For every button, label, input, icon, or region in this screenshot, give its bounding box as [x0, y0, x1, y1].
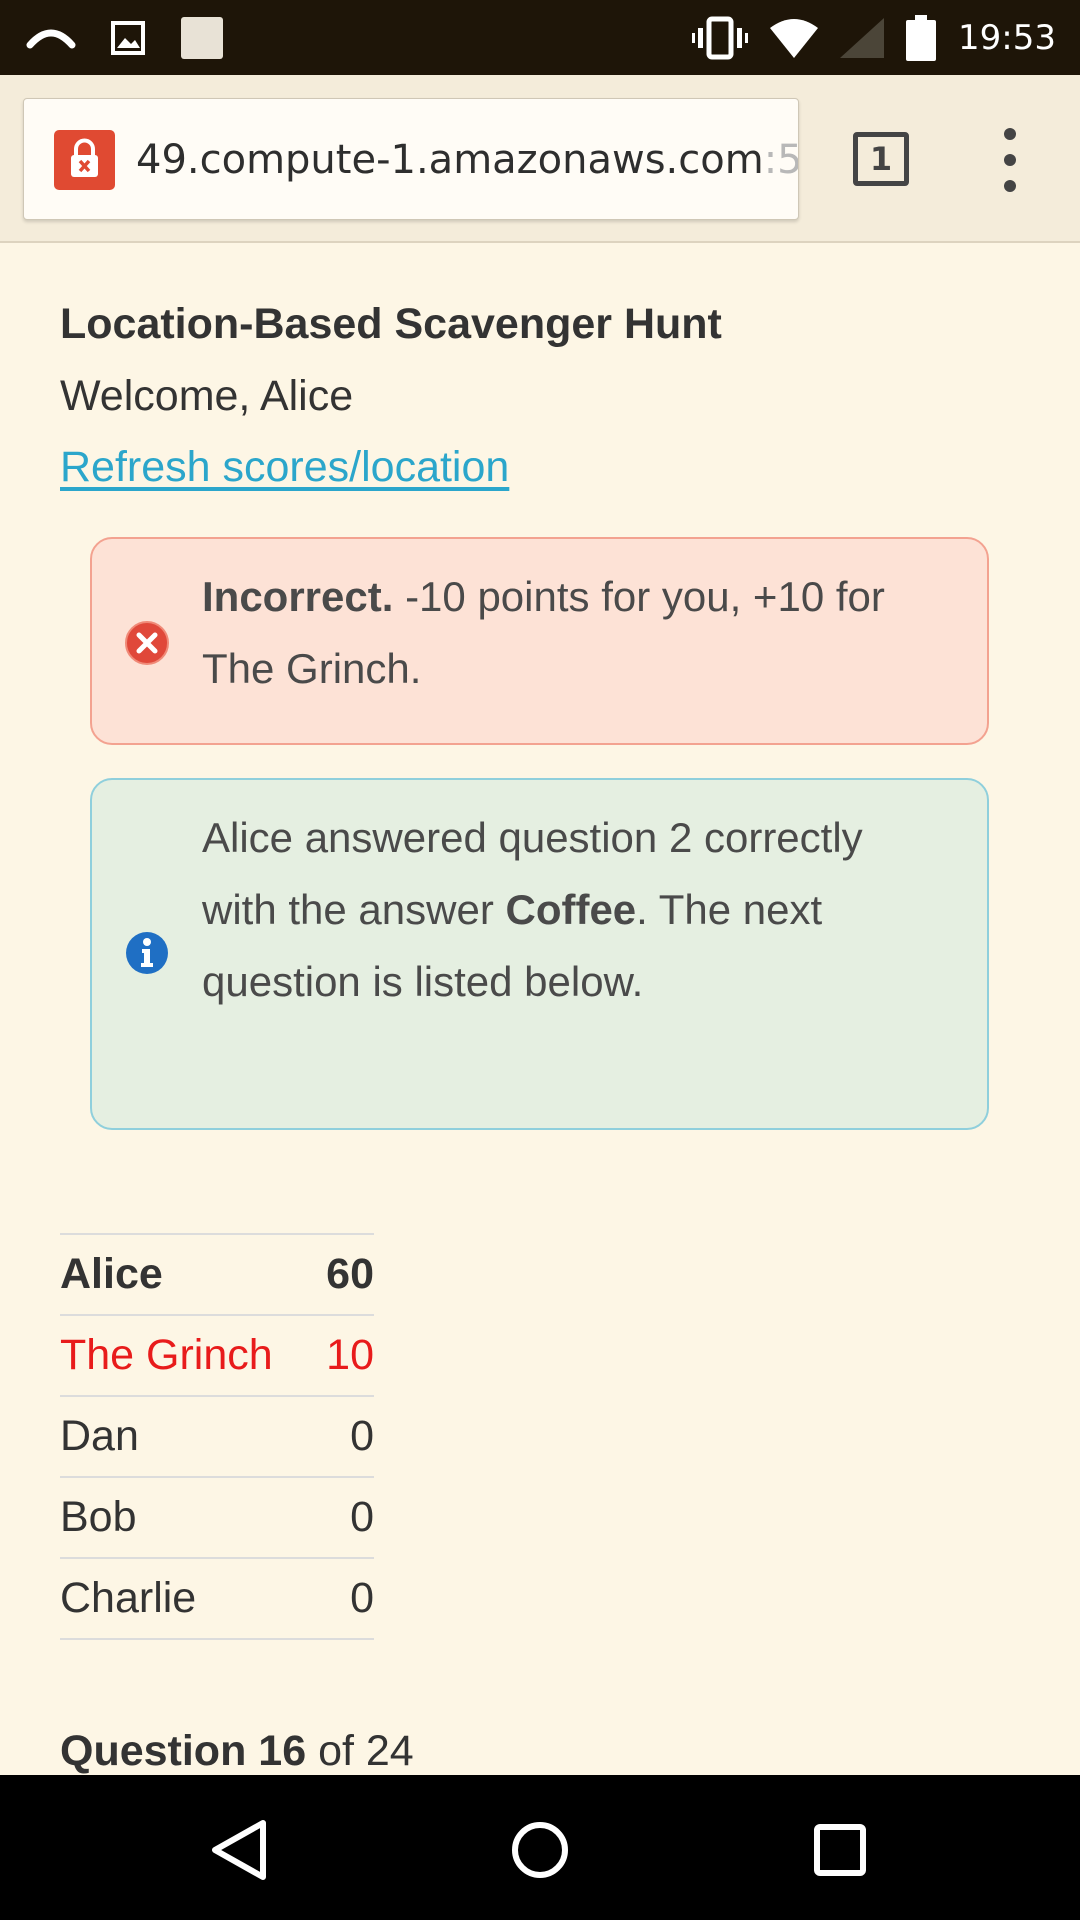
score-row: The Grinch 10 [60, 1314, 374, 1396]
missed-call-icon [26, 23, 76, 53]
image-icon [110, 20, 146, 56]
browser-toolbar: 49.compute-1.amazonaws.com:5 1 [0, 75, 1080, 243]
player-name: Bob [60, 1476, 317, 1558]
system-nav-bar [0, 1775, 1080, 1920]
vibrate-icon [692, 16, 749, 60]
player-name: Dan [60, 1395, 317, 1477]
url-port: :5 [763, 137, 799, 183]
info-alert-answer: Coffee [505, 886, 637, 933]
status-bar: 19:53 [0, 0, 1080, 75]
player-score: 10 [316, 1314, 374, 1396]
score-row: Bob 0 [60, 1476, 374, 1558]
wifi-icon [770, 18, 819, 58]
question-total: of 24 [306, 1727, 414, 1775]
player-name: The Grinch [60, 1314, 317, 1396]
signal-icon [840, 18, 885, 58]
recents-icon[interactable] [805, 1815, 875, 1885]
info-alert-text: Alice answered question 2 correctly with… [202, 802, 942, 1018]
page-title: Location-Based Scavenger Hunt [60, 300, 722, 348]
error-alert-text: Incorrect. -10 points for you, +10 for T… [202, 561, 942, 705]
player-score: 0 [316, 1395, 374, 1477]
url-text[interactable]: 49.compute-1.amazonaws.com:5 [136, 99, 799, 219]
url-bar[interactable]: 49.compute-1.amazonaws.com:5 [23, 98, 799, 220]
question-heading: Question 16 of 24 [60, 1727, 414, 1775]
info-icon [124, 930, 170, 976]
error-icon [124, 620, 170, 666]
broken-lock-icon[interactable] [54, 130, 115, 190]
welcome-text: Welcome, Alice [60, 372, 354, 420]
player-name: Alice [60, 1233, 317, 1315]
score-row: Dan 0 [60, 1395, 374, 1477]
tab-switcher-button[interactable]: 1 [853, 132, 909, 186]
home-icon[interactable] [505, 1815, 575, 1885]
info-alert: Alice answered question 2 correctly with… [90, 778, 989, 1130]
score-row: Charlie 0 [60, 1557, 374, 1640]
player-name: Charlie [60, 1557, 317, 1640]
page-content: Location-Based Scavenger Hunt Welcome, A… [0, 245, 1080, 1775]
refresh-scores-link[interactable]: Refresh scores/location [60, 443, 509, 492]
scoreboard: Alice 60 The Grinch 10 Dan 0 Bob 0 Charlie 0 [60, 1233, 374, 1640]
score-row: Alice 60 [60, 1233, 374, 1315]
battery-icon [906, 15, 937, 61]
overflow-menu-icon[interactable] [995, 125, 1025, 195]
notification-icon [180, 16, 224, 60]
clock: 19:53 [958, 18, 1056, 58]
player-score: 0 [316, 1557, 374, 1640]
url-host: 49.compute-1.amazonaws.com [136, 137, 764, 183]
question-number: Question 16 [60, 1727, 307, 1775]
player-score: 60 [316, 1233, 374, 1315]
error-alert-strong: Incorrect. [202, 573, 394, 620]
error-alert: Incorrect. -10 points for you, +10 for T… [90, 537, 989, 745]
back-icon[interactable] [205, 1815, 275, 1885]
player-score: 0 [316, 1476, 374, 1558]
